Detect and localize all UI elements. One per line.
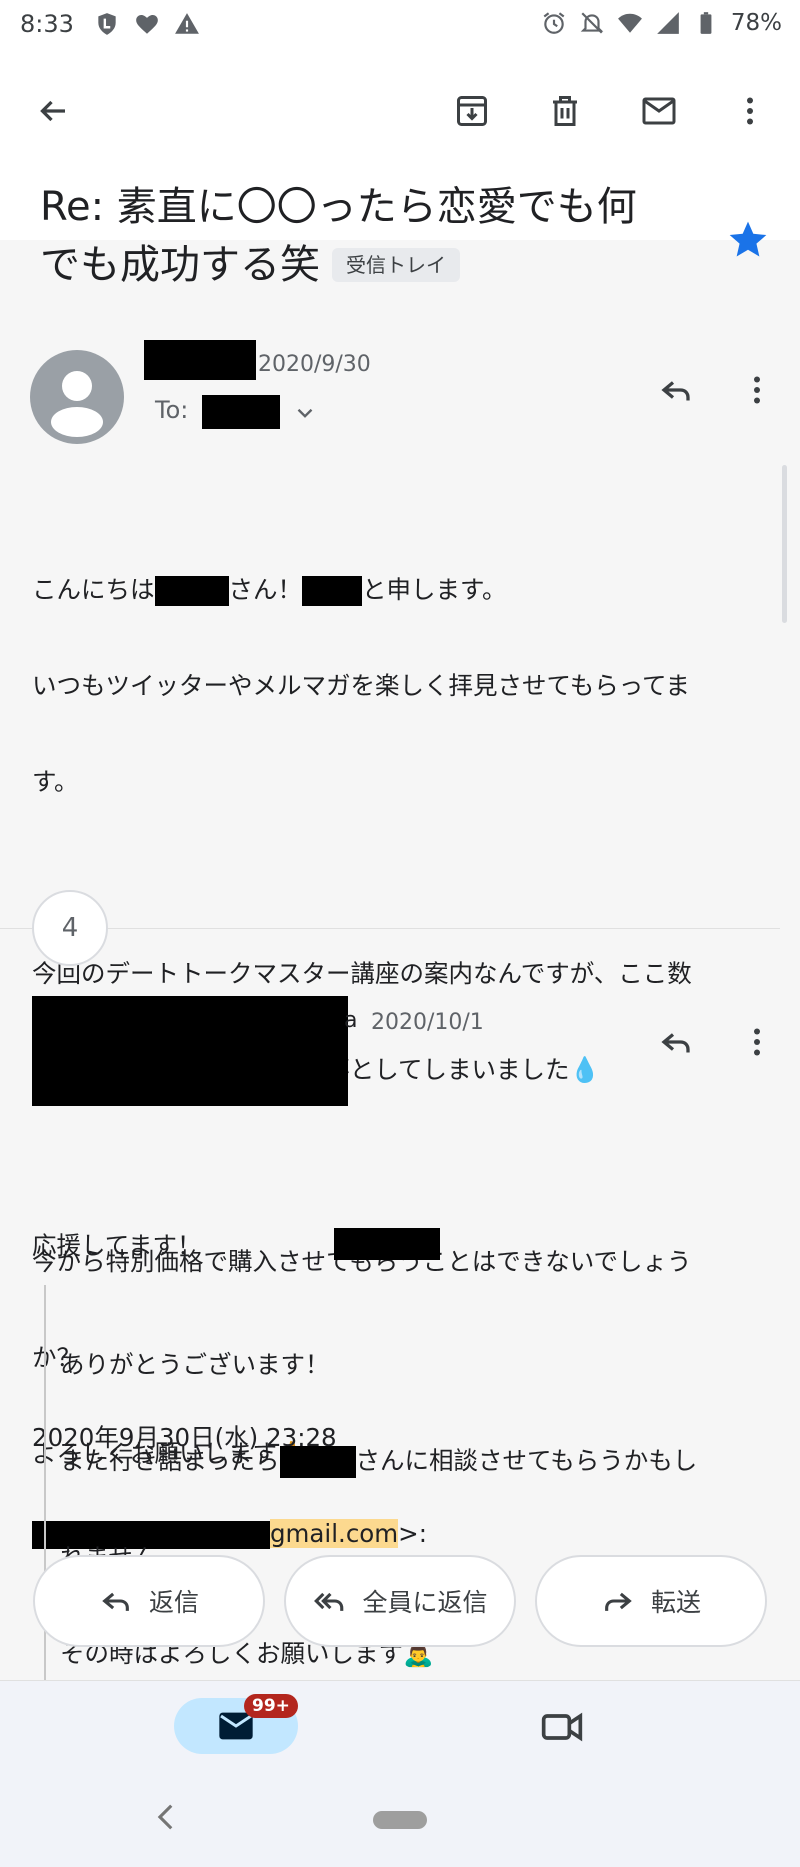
message-more-button[interactable] (733, 1018, 781, 1066)
reply-button[interactable] (652, 1018, 700, 1066)
redacted-name (154, 576, 229, 606)
top-toolbar (0, 70, 800, 150)
heart-icon (136, 15, 158, 34)
more-options-button[interactable] (725, 86, 775, 136)
reply-all-icon (314, 1592, 344, 1611)
quote-line: ありがとうございます！ (60, 1350, 330, 1379)
quote-line: また行き詰まったら (60, 1446, 280, 1475)
delete-button[interactable] (540, 86, 590, 136)
status-time: 8:33 (20, 10, 74, 38)
person-icon (51, 371, 103, 437)
reply-action-button[interactable]: 返信 (33, 1555, 265, 1647)
collapsed-messages-count[interactable]: 4 (32, 890, 108, 966)
more-vert-icon (754, 1028, 760, 1056)
bottom-navigation (0, 1680, 800, 1867)
reply-icon (661, 1033, 690, 1053)
redacted-recipient (202, 395, 280, 429)
email-subject: Re: 素直に〇〇ったら恋愛でも何 でも成功する笑 受信トレイ (40, 178, 740, 294)
trash-icon (553, 96, 577, 126)
inbox-label-chip[interactable]: 受信トレイ (332, 248, 460, 282)
sender-name-tail: a (344, 1008, 358, 1033)
wifi-icon (617, 13, 642, 33)
status-bar: 8:33 78% (0, 0, 800, 50)
subject-line-1: Re: 素直に〇〇ったら恋愛でも何 (40, 184, 637, 230)
avatar (30, 350, 124, 444)
chevron-down-icon[interactable] (292, 400, 318, 426)
intro-text: と申します。 (362, 575, 507, 604)
back-arrow-icon (40, 100, 65, 122)
mute-icon (580, 12, 604, 34)
reply-icon (102, 1592, 129, 1611)
body-line: いつもツイッターやメルマガを楽しく拝見させてもらってま (32, 671, 690, 700)
warning-icon (175, 13, 199, 34)
archive-icon (457, 96, 487, 126)
body-line: す。 (32, 767, 79, 796)
redacted-sender-block (32, 996, 348, 1106)
more-vert-icon (754, 376, 760, 404)
reply-icon (661, 381, 690, 401)
subject-line-2: でも成功する笑 (40, 242, 320, 288)
redacted-name (279, 1446, 356, 1478)
video-meet-icon[interactable] (540, 1705, 584, 1749)
battery-icon (700, 12, 712, 34)
unread-badge: 99+ (244, 1694, 298, 1718)
forward-button[interactable]: 転送 (535, 1555, 767, 1647)
back-button[interactable] (28, 86, 78, 136)
system-back-icon[interactable] (150, 1800, 184, 1834)
message-date: 2020/9/30 (258, 352, 371, 377)
redacted-sender-name (334, 1228, 440, 1260)
mark-unread-icon (642, 97, 676, 125)
reply-all-label: 全員に返信 (362, 1588, 488, 1617)
redacted-sender-name (144, 340, 256, 380)
thread-divider (0, 928, 780, 929)
archive-button[interactable] (447, 86, 497, 136)
to-label: To: (155, 396, 189, 424)
forward-label: 転送 (650, 1588, 701, 1617)
redacted-name (302, 576, 362, 606)
alarm-icon (543, 12, 565, 34)
message-date: 2020/10/1 (371, 1010, 484, 1035)
battery-percent: 78% (730, 10, 782, 36)
scrollbar[interactable] (782, 465, 787, 623)
mark-unread-button[interactable] (634, 86, 684, 136)
reply-all-button[interactable]: 全員に返信 (284, 1555, 516, 1647)
forward-icon (605, 1592, 632, 1611)
body-line: 今回のデートトークマスター講座の案内なんですが、ここ数 (32, 959, 692, 988)
lock-l-icon (98, 13, 116, 35)
greeting-suffix: さん！ (228, 575, 303, 604)
reply-button[interactable] (652, 366, 700, 414)
recipients-line[interactable]: To: (155, 396, 188, 424)
reply-label: 返信 (148, 1588, 199, 1617)
system-home-pill[interactable] (373, 1811, 427, 1829)
star-icon[interactable] (726, 218, 770, 262)
signal-icon (657, 12, 679, 34)
message-more-button[interactable] (733, 366, 781, 414)
greeting-text: こんにちは (32, 575, 155, 604)
quote-line: さんに相談させてもらうかもし (355, 1446, 698, 1475)
more-vert-icon (747, 97, 753, 125)
